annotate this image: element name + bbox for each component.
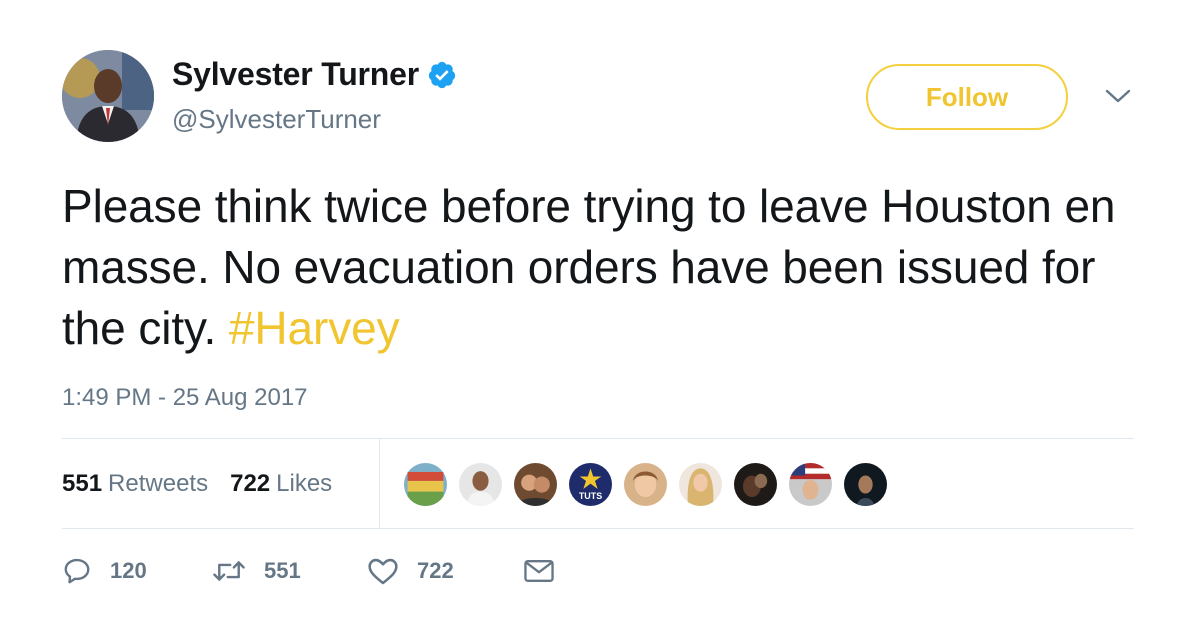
- retweet-icon: [213, 561, 245, 581]
- retweets-stat[interactable]: 551 Retweets: [62, 470, 208, 498]
- hashtag-link[interactable]: #Harvey: [229, 302, 400, 354]
- tweet-timestamp[interactable]: 1:49 PM - 25 Aug 2017: [62, 384, 308, 412]
- retweets-count: 551: [62, 470, 103, 497]
- reply-button[interactable]: 120: [62, 556, 212, 586]
- like-button[interactable]: 722: [367, 556, 523, 586]
- woman-avatar[interactable]: [622, 461, 669, 508]
- follow-button[interactable]: Follow: [866, 64, 1068, 130]
- retweet-count: 551: [264, 558, 301, 583]
- tweet-stats: 551 Retweets 722 Likes: [62, 470, 332, 498]
- like-count: 722: [417, 558, 454, 583]
- heart-icon: [368, 558, 398, 585]
- divider: [62, 438, 1134, 439]
- chevron-down-icon[interactable]: [1104, 86, 1132, 106]
- couple-avatar[interactable]: [512, 461, 559, 508]
- svg-text:TUTS: TUTS: [579, 491, 602, 501]
- dark-photo-avatar[interactable]: [732, 461, 779, 508]
- dark-woman-avatar[interactable]: [842, 461, 889, 508]
- user-handle[interactable]: @SylvesterTurner: [172, 104, 381, 135]
- likes-label: Likes: [276, 470, 333, 497]
- verified-badge-icon: [427, 60, 457, 90]
- tweet-body: Please think twice before trying to leav…: [62, 180, 1116, 354]
- likers-list: TUTS: [402, 461, 897, 508]
- direct-message-button[interactable]: [523, 557, 555, 585]
- profile-avatar[interactable]: [62, 50, 154, 142]
- likes-count: 722: [230, 470, 271, 497]
- divider: [62, 528, 1134, 529]
- retweets-label: Retweets: [108, 470, 209, 497]
- tweet-text: Please think twice before trying to leav…: [62, 176, 1142, 359]
- action-bar: 120 551 722: [62, 556, 555, 586]
- reply-icon: [64, 558, 90, 584]
- flag-cap-avatar[interactable]: [787, 461, 834, 508]
- user-name-row: Sylvester Turner: [172, 56, 457, 93]
- stats-divider: [379, 439, 380, 528]
- blonde-woman-avatar[interactable]: [677, 461, 724, 508]
- man-avatar[interactable]: [457, 461, 504, 508]
- envelope-icon: [524, 559, 554, 583]
- likes-stat[interactable]: 722 Likes: [230, 470, 332, 498]
- profile-photo: [62, 50, 154, 142]
- user-name[interactable]: Sylvester Turner: [172, 56, 419, 93]
- sign-avatar[interactable]: [402, 461, 449, 508]
- tuts-logo-avatar[interactable]: TUTS: [567, 461, 614, 508]
- retweet-button[interactable]: 551: [212, 556, 367, 586]
- reply-count: 120: [110, 558, 147, 583]
